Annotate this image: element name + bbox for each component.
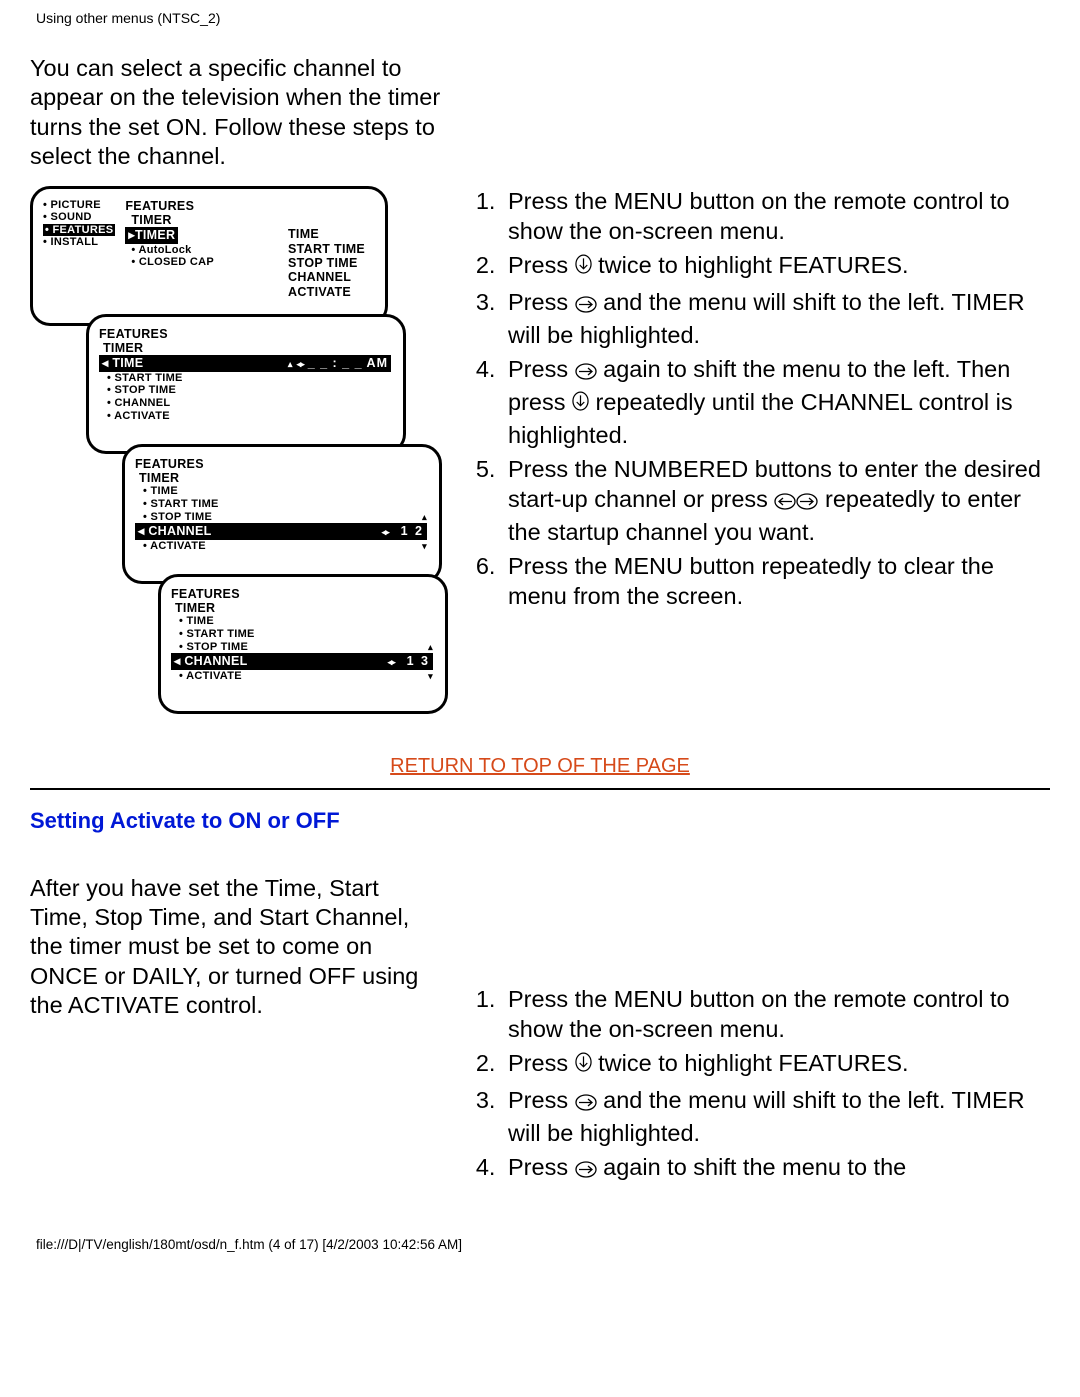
s1-r-channel: CHANNEL: [288, 270, 365, 284]
step-item: Press the MENU button on the remote cont…: [502, 984, 1050, 1044]
s3-start: • START TIME: [135, 498, 427, 511]
s4-start: • START TIME: [171, 628, 433, 641]
osd-screen-4: FEATURES TIMER • TIME • START TIME • STO…: [158, 574, 448, 714]
leftright-icon: [382, 524, 389, 538]
down-oval-icon: [575, 253, 592, 283]
section1-intro: You can select a specific channel to app…: [30, 54, 470, 172]
s3-hl-channel: ◂ CHANNEL 1 2: [135, 523, 427, 539]
step-item: Press and the menu will shift to the lef…: [502, 1085, 1050, 1148]
s3-activate: • ACTIVATE: [143, 540, 206, 553]
right-oval-icon: [575, 357, 597, 387]
side-picture: • PICTURE: [43, 199, 115, 212]
section2-steps: Press the MENU button on the remote cont…: [476, 984, 1050, 1185]
osd-screen-2: FEATURES TIMER ◂ TIME _ _ : _ _ AM • STA…: [86, 314, 406, 454]
side-sound: • SOUND: [43, 211, 115, 224]
down-oval-icon: [575, 1051, 592, 1081]
step-item: Press the MENU button on the remote cont…: [502, 186, 1050, 246]
s1-r-start: START TIME: [288, 242, 365, 256]
step-item: Press twice to highlight FEATURES.: [502, 250, 1050, 283]
right-oval-icon: [575, 290, 597, 320]
s2-hl-time: ◂ TIME _ _ : _ _ AM: [99, 355, 391, 371]
divider: [30, 788, 1050, 790]
down-icon: [422, 540, 427, 553]
up-icon: [288, 356, 293, 370]
down-oval-icon: [572, 390, 589, 420]
s1-autolock: • AutoLock: [125, 244, 214, 257]
right-oval-icon: [575, 1088, 597, 1118]
s3-stop: • STOP TIME: [143, 511, 212, 524]
osd-diagram: • PICTURE • SOUND • FEATURES • INSTALL F…: [30, 186, 440, 721]
osd-screen-1: • PICTURE • SOUND • FEATURES • INSTALL F…: [30, 186, 388, 326]
side-features: • FEATURES: [43, 224, 115, 237]
s4-stop: • STOP TIME: [179, 641, 248, 654]
page-footer: file:///D|/TV/english/180mt/osd/n_f.htm …: [36, 1237, 1050, 1252]
s1-title: FEATURES: [125, 199, 365, 213]
leftright-icon: [388, 654, 395, 668]
step-item: Press the NUMBERED buttons to enter the …: [502, 454, 1050, 547]
left-oval-icon: [774, 487, 796, 517]
page-header: Using other menus (NTSC_2): [36, 10, 1050, 26]
right-oval-icon: [575, 1155, 597, 1185]
section2-intro: After you have set the Time, Start Time,…: [30, 874, 440, 1021]
side-install: • INSTALL: [43, 236, 115, 249]
up-icon: [428, 641, 433, 654]
s4-sub: TIMER: [171, 601, 433, 615]
step-item: Press again to shift the menu to the lef…: [502, 354, 1050, 450]
s1-r-activate: ACTIVATE: [288, 285, 365, 299]
down-icon: [428, 670, 433, 683]
s2-activate: • ACTIVATE: [99, 410, 391, 423]
s1-r-stop: STOP TIME: [288, 256, 365, 270]
s2-title: FEATURES: [99, 327, 391, 341]
s2-start: • START TIME: [99, 372, 391, 385]
s1-hl-timer: ▸TIMER: [125, 227, 178, 243]
s3-sub: TIMER: [135, 471, 427, 485]
s2-stop: • STOP TIME: [99, 384, 391, 397]
step-item: Press and the menu will shift to the lef…: [502, 287, 1050, 350]
s1-r-time: TIME: [288, 227, 365, 241]
section1-steps: Press the MENU button on the remote cont…: [476, 186, 1050, 612]
step-item: Press again to shift the menu to the: [502, 1152, 1050, 1185]
return-to-top-link[interactable]: RETURN TO TOP OF THE PAGE: [30, 755, 1050, 778]
step-item: Press twice to highlight FEATURES.: [502, 1048, 1050, 1081]
s3-title: FEATURES: [135, 457, 427, 471]
s1-sub: TIMER: [125, 213, 365, 227]
s2-sub: TIMER: [99, 341, 391, 355]
section2-heading: Setting Activate to ON or OFF: [30, 808, 1050, 834]
s4-title: FEATURES: [171, 587, 433, 601]
s1-closedcap: • CLOSED CAP: [125, 256, 214, 269]
s4-time: • TIME: [171, 615, 433, 628]
step-item: Press the MENU button repeatedly to clea…: [502, 551, 1050, 611]
osd-screen-3: FEATURES TIMER • TIME • START TIME • STO…: [122, 444, 442, 584]
up-icon: [422, 511, 427, 524]
s4-activate: • ACTIVATE: [179, 670, 242, 683]
leftright-icon: [297, 356, 304, 370]
s2-channel: • CHANNEL: [99, 397, 391, 410]
right-oval-icon: [796, 487, 818, 517]
s4-hl-channel: ◂ CHANNEL 1 3: [171, 653, 433, 669]
s3-time: • TIME: [135, 485, 427, 498]
